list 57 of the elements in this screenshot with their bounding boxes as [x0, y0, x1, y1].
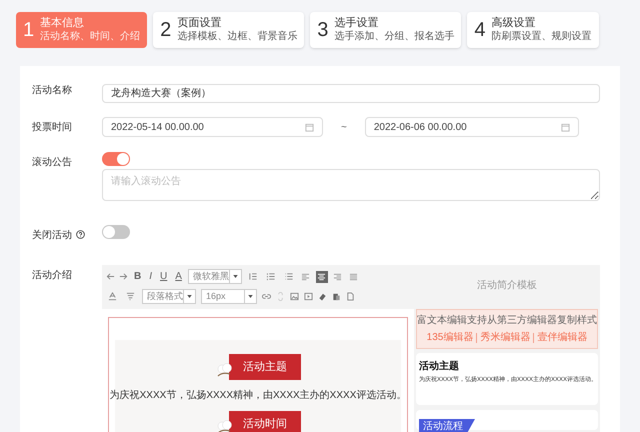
notice-textarea[interactable]: 请输入滚动公告: [102, 169, 600, 201]
align-button[interactable]: [316, 270, 328, 282]
notice-text: 富文本编辑支持从第三方编辑器复制样式: [417, 314, 597, 328]
range-separator: ~: [341, 120, 347, 134]
help-icon[interactable]: [76, 230, 85, 239]
paste-icon[interactable]: [332, 292, 341, 301]
step-title: 基本信息: [40, 16, 86, 31]
panel-title: 活动简介模板: [476, 278, 538, 292]
step-number: 2: [160, 20, 172, 40]
step-subtitle: 防刷票设置、规则设置: [492, 30, 592, 44]
editor-content[interactable]: 活动主题 为庆祝XXXX节，弘扬XXXX精神，由XXXX主办的XXXX评选活动。 活动时间: [108, 317, 408, 432]
caret-icon: [232, 275, 238, 278]
heading-banner: 活动主题: [229, 354, 301, 380]
calendar-icon: [305, 122, 314, 132]
section-tag: 活动流程: [419, 419, 475, 432]
field-label: 关闭活动: [32, 228, 72, 243]
date-field[interactable]: 2022-06-06 00.00.00: [364, 117, 579, 137]
text-color-icon[interactable]: [106, 292, 119, 301]
step-subtitle: 活动名称、时间、介绍: [40, 30, 140, 44]
step-number: 3: [317, 20, 328, 40]
step-number: 1: [23, 20, 34, 40]
heading-banner: 活动时间: [229, 411, 301, 432]
card-heading: 活动主题: [419, 359, 460, 374]
undo-icon[interactable]: [106, 272, 115, 281]
date-field[interactable]: 2022-05-14 00.00.00: [102, 117, 323, 137]
format-button[interactable]: B: [132, 272, 144, 282]
format-button[interactable]: I: [147, 272, 154, 282]
template-card[interactable]: 活动流程: [416, 410, 598, 430]
image-icon[interactable]: [290, 292, 299, 301]
dropdown[interactable]: 16px: [201, 289, 257, 304]
document-icon[interactable]: [346, 292, 355, 301]
toggle-switch[interactable]: [102, 152, 130, 166]
step-number: 4: [474, 20, 486, 40]
field-label: 滚动公告: [32, 156, 72, 170]
step-title: 页面设置: [177, 16, 222, 30]
format-button[interactable]: A: [173, 272, 184, 282]
calendar-icon: [560, 122, 570, 132]
step-subtitle: 选择模板、边框、背景音乐: [177, 30, 298, 44]
dropdown[interactable]: 微软雅黑: [188, 269, 242, 284]
text-input[interactable]: 龙舟构造大赛（案例）: [102, 84, 600, 102]
paragraph-text: 为庆祝XXXX节，弘扬XXXX精神，由XXXX主办的XXXX评选活动。: [110, 388, 406, 403]
step-title: 选手设置: [334, 16, 380, 30]
format-button[interactable]: U: [158, 272, 170, 282]
step-title: 高级设置: [492, 16, 536, 30]
caret-icon: [187, 295, 192, 298]
caret-icon: [248, 295, 253, 298]
field-label: 活动名称: [32, 84, 72, 98]
redo-icon[interactable]: [119, 272, 128, 281]
step-subtitle: 选手添加、分组、报名选手: [334, 30, 454, 44]
dropdown[interactable]: 段落格式: [142, 289, 196, 304]
link-icon[interactable]: [262, 292, 271, 301]
paragraph-spacing-icon[interactable]: [124, 292, 137, 301]
eraser-icon[interactable]: [318, 292, 327, 301]
field-label: 投票时间: [32, 120, 72, 135]
toggle-switch[interactable]: [102, 225, 130, 239]
field-label: 活动介绍: [32, 269, 72, 283]
video-icon[interactable]: [304, 292, 313, 301]
